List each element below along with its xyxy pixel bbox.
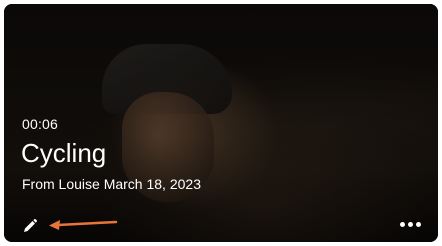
video-card[interactable]: 00:06 Cycling From Louise March 18, 2023 [4, 4, 438, 242]
more-dot [415, 221, 421, 227]
edit-button[interactable] [20, 216, 40, 236]
pencil-icon [24, 219, 37, 232]
more-dot [407, 221, 413, 227]
more-horizontal-icon [399, 221, 405, 227]
video-subtitle: From Louise March 18, 2023 [22, 176, 201, 192]
video-duration: 00:06 [22, 116, 59, 132]
video-title: Cycling [21, 138, 107, 168]
more-options-button[interactable] [396, 214, 424, 234]
thumbnail-overlay [4, 4, 438, 242]
annotation-arrow [49, 220, 118, 230]
